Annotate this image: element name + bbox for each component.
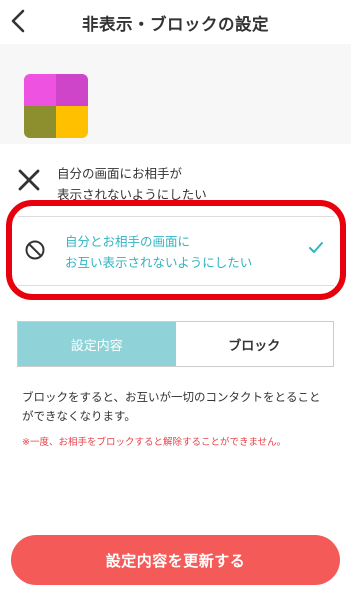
option-label: 自分の画面にお相手が 表示されないようにしたい <box>57 166 207 202</box>
x-icon <box>16 167 42 193</box>
check-icon <box>308 240 324 254</box>
tab-bar: 設定内容 ブロック <box>17 321 334 367</box>
update-settings-button[interactable]: 設定内容を更新する <box>11 535 340 585</box>
tab-block[interactable]: ブロック <box>175 322 333 366</box>
option-hide-mutual[interactable]: 自分とお相手の画面に お互い表示されないようにしたい <box>6 200 346 300</box>
divider <box>18 216 334 217</box>
description-text: ブロックをすると、お互いが一切のコンタクトをとることができなくなります。 <box>22 390 321 423</box>
avatar-tile <box>56 74 88 106</box>
block-icon <box>24 239 46 261</box>
divider <box>18 285 334 286</box>
avatar[interactable] <box>24 74 88 138</box>
avatar-tile <box>24 74 56 106</box>
tab-settings[interactable]: 設定内容 <box>18 322 176 366</box>
app-header: 非表示・ブロックの設定 <box>0 0 351 44</box>
option-label: 自分とお相手の画面に お互い表示されないようにしたい <box>65 234 253 270</box>
avatar-tile <box>56 106 88 138</box>
warning-text: ※一度、お相手をブロックすると解除することができません。 <box>22 437 287 448</box>
profile-section <box>0 44 351 144</box>
avatar-tile <box>24 106 56 138</box>
page-title: 非表示・ブロックの設定 <box>82 15 269 34</box>
